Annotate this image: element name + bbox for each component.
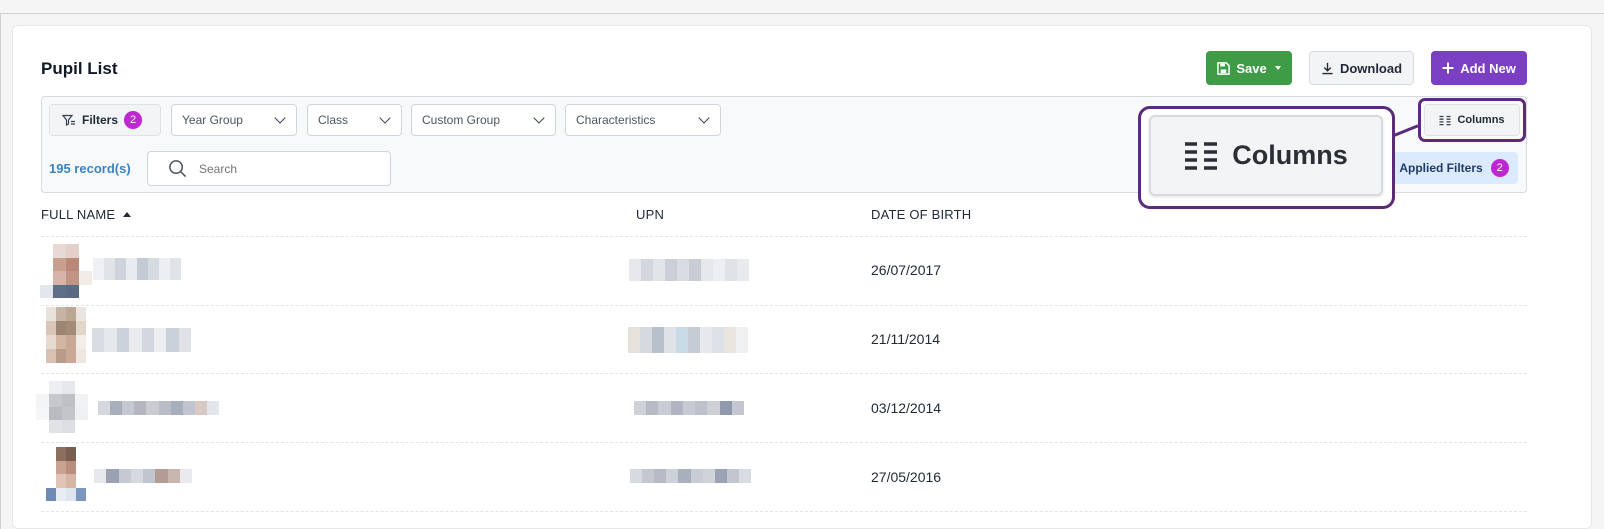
- plus-icon: [1442, 62, 1454, 74]
- applied-filters-button[interactable]: Applied Filters 2: [1390, 152, 1518, 184]
- date-of-birth-cell: 21/11/2014: [871, 331, 941, 347]
- search-input[interactable]: [197, 160, 361, 177]
- chevron-down-icon: [379, 112, 391, 124]
- download-icon: [1322, 62, 1333, 74]
- page-title: Pupil List: [41, 59, 118, 78]
- filters-count-badge: 2: [124, 111, 143, 129]
- upn-blurred: [629, 259, 749, 281]
- download-button-label: Download: [1339, 60, 1403, 76]
- row-divider: [41, 511, 1527, 512]
- column-header-upn[interactable]: UPN: [636, 207, 664, 222]
- save-button-label: Save: [1236, 60, 1267, 76]
- table-row[interactable]: [41, 443, 1527, 510]
- custom-group-dropdown[interactable]: Custom Group: [411, 104, 556, 136]
- characteristics-dropdown-label: Characteristics: [576, 113, 656, 127]
- pupil-avatar: [40, 244, 92, 298]
- chevron-down-icon: [1274, 66, 1281, 70]
- upn-blurred: [628, 327, 748, 353]
- pupil-avatar: [36, 381, 88, 433]
- pupil-name-blurred: [98, 401, 219, 415]
- record-count: 195 record(s): [49, 161, 131, 176]
- add-new-button-label: Add New: [1460, 60, 1516, 76]
- date-of-birth-cell: 26/07/2017: [871, 262, 942, 278]
- pupil-avatar: [46, 447, 86, 501]
- columns-icon: [1185, 141, 1218, 170]
- year-group-dropdown[interactable]: Year Group: [171, 104, 297, 136]
- add-new-button[interactable]: Add New: [1431, 51, 1527, 85]
- column-header-full-name[interactable]: FULL NAME: [41, 207, 132, 222]
- sort-ascending-icon: [123, 212, 132, 217]
- column-header-full-name-label: FULL NAME: [41, 207, 116, 222]
- pupil-avatar: [46, 307, 86, 363]
- table-row[interactable]: [41, 306, 1527, 372]
- date-of-birth-cell: 03/12/2014: [871, 400, 942, 416]
- custom-group-dropdown-label: Custom Group: [422, 113, 501, 127]
- date-of-birth-cell: 27/05/2016: [871, 469, 942, 485]
- chevron-down-icon: [533, 112, 545, 124]
- download-button[interactable]: Download: [1309, 51, 1414, 85]
- applied-filters-label: Applied Filters: [1399, 161, 1483, 175]
- columns-highlight: [1418, 98, 1526, 142]
- column-header-date-of-birth[interactable]: DATE OF BIRTH: [871, 207, 971, 222]
- pupil-name-blurred: [94, 469, 192, 483]
- search-icon: [169, 160, 187, 178]
- upn-blurred: [630, 469, 751, 483]
- search-field[interactable]: [147, 151, 391, 186]
- class-dropdown-label: Class: [318, 113, 349, 127]
- filters-button[interactable]: Filters 2: [49, 104, 161, 136]
- applied-filters-badge: 2: [1490, 159, 1509, 177]
- table-row[interactable]: [41, 374, 1527, 441]
- floppy-disk-icon: [1217, 61, 1231, 75]
- filter-icon: [62, 114, 75, 126]
- chevron-down-icon: [274, 112, 286, 124]
- pupil-name-blurred: [92, 328, 191, 352]
- chevron-down-icon: [698, 112, 710, 124]
- zoom-callout-label: Columns: [1232, 140, 1348, 170]
- upn-blurred: [634, 401, 744, 415]
- zoom-callout-columns: Columns: [1149, 115, 1383, 196]
- characteristics-dropdown[interactable]: Characteristics: [565, 104, 721, 136]
- save-button[interactable]: Save: [1206, 51, 1292, 85]
- pupil-name-blurred: [93, 258, 181, 280]
- filters-button-label: Filters: [82, 113, 119, 127]
- year-group-dropdown-label: Year Group: [182, 113, 243, 127]
- table-row[interactable]: [41, 237, 1527, 304]
- class-dropdown[interactable]: Class: [307, 104, 402, 136]
